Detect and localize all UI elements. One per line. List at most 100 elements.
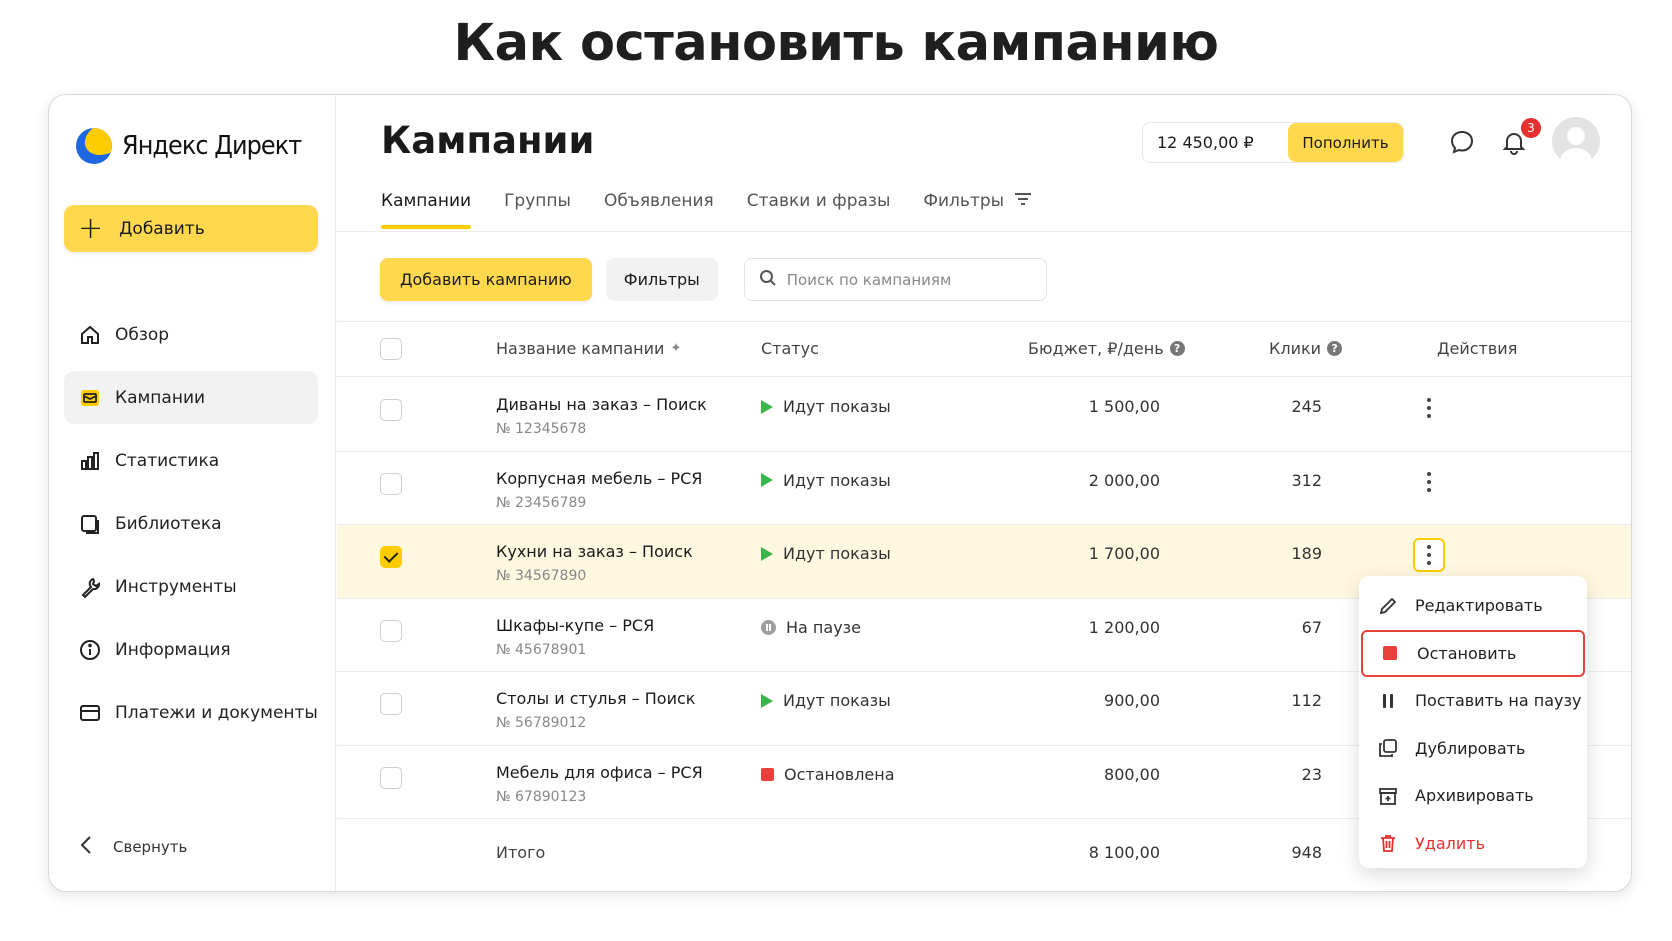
pause-status-icon [761, 619, 776, 635]
filters-button[interactable]: Фильтры [605, 258, 718, 301]
actions-dropdown: Редактировать Остановить Поставить на па… [1359, 576, 1587, 868]
collapse-button[interactable]: Свернуть [79, 835, 187, 859]
chevron-left-icon [79, 835, 93, 859]
add-button[interactable]: + Добавить [64, 205, 318, 252]
page-headline: Как остановить кампанию [453, 14, 1219, 73]
sidebar-item-info[interactable]: Информация [64, 623, 318, 676]
menu-item-archive[interactable]: Архивировать [1359, 772, 1587, 820]
pause-icon [1377, 690, 1399, 712]
tab-groups[interactable]: Группы [504, 187, 571, 227]
stats-icon [78, 449, 102, 473]
sort-icon: ✦ [670, 341, 682, 356]
topup-button[interactable]: Пополнить [1288, 123, 1403, 162]
campaign-clicks: 189 [1291, 544, 1322, 563]
menu-item-label: Редактировать [1415, 596, 1543, 616]
sidebar-item-label: Информация [115, 639, 231, 660]
campaign-clicks: 23 [1301, 764, 1322, 784]
add-button-label: Добавить [119, 218, 205, 239]
menu-item-stop[interactable]: Остановить [1361, 629, 1585, 677]
trash-icon [1377, 832, 1399, 854]
tab-bar: Кампании Группы Объявления Ставки и фраз… [381, 187, 1065, 229]
campaign-status: Идут показы [761, 471, 891, 490]
campaign-budget: 1 500,00 [1088, 397, 1160, 416]
row-checkbox[interactable] [380, 766, 402, 789]
tabs-divider [337, 231, 1631, 232]
avatar[interactable] [1552, 117, 1600, 165]
menu-item-delete[interactable]: Удалить [1359, 820, 1587, 868]
campaign-budget: 900,00 [1104, 691, 1160, 710]
select-all-checkbox[interactable] [380, 338, 402, 360]
campaign-status: Остановлена [761, 765, 895, 784]
menu-item-label: Остановить [1417, 643, 1517, 663]
add-campaign-button[interactable]: Добавить кампанию [380, 258, 592, 301]
play-status-icon [761, 693, 773, 708]
table-row[interactable]: Корпусная мебель – РСЯ № 23456789 Идут п… [337, 452, 1631, 525]
bell-icon[interactable]: 3 [1499, 118, 1541, 157]
archive-icon [1377, 785, 1399, 807]
campaigns-icon [78, 386, 102, 410]
campaign-name[interactable]: Столы и стулья – Поиск [496, 689, 695, 708]
toolbar: Добавить кампанию Фильтры Поиск по кампа… [380, 258, 1047, 301]
sidebar-item-library[interactable]: Библиотека [64, 497, 318, 550]
campaign-name[interactable]: Шкафы-купе – РСЯ [496, 616, 654, 635]
status-label: Остановлена [784, 764, 895, 784]
header-clicks: Клики ? [1269, 339, 1343, 358]
tab-bids[interactable]: Ставки и фразы [747, 187, 891, 227]
campaign-budget: 1 200,00 [1088, 617, 1160, 637]
campaign-clicks: 245 [1291, 397, 1322, 416]
campaign-name[interactable]: Мебель для офиса – РСЯ [496, 763, 703, 782]
filter-lines-icon [1014, 191, 1032, 212]
sidebar-item-label: Платежи и документы [115, 702, 318, 723]
play-status-icon [761, 399, 773, 414]
sidebar-item-overview[interactable]: Обзор [64, 308, 318, 361]
campaign-clicks: 312 [1291, 470, 1322, 490]
more-actions-icon[interactable] [1413, 465, 1445, 499]
menu-item-duplicate[interactable]: Дублировать [1359, 725, 1587, 773]
campaign-name[interactable]: Кухни на заказ – Поиск [496, 542, 693, 561]
row-checkbox[interactable] [380, 472, 402, 495]
header-name[interactable]: Название кампании ✦ [496, 339, 681, 358]
sidebar-item-label: Обзор [115, 324, 170, 345]
status-label: Идут показы [783, 470, 891, 490]
menu-item-edit[interactable]: Редактировать [1359, 582, 1587, 630]
sidebar-item-tools[interactable]: Инструменты [64, 560, 318, 613]
table-row[interactable]: Диваны на заказ – Поиск № 12345678 Идут … [337, 378, 1631, 452]
plus-icon: + [78, 210, 104, 246]
page-title: Кампании [381, 119, 595, 162]
status-label: Идут показы [783, 544, 891, 563]
search-input[interactable]: Поиск по кампаниям [743, 258, 1047, 301]
campaign-clicks: 112 [1291, 691, 1322, 710]
status-label: На паузе [786, 617, 862, 637]
campaign-budget: 800,00 [1104, 764, 1160, 784]
campaign-name[interactable]: Корпусная мебель – РСЯ [496, 469, 702, 488]
collapse-label: Свернуть [113, 838, 188, 856]
header-name-label: Название кампании [496, 339, 665, 358]
play-status-icon [761, 546, 773, 561]
pencil-icon [1377, 595, 1399, 617]
campaign-number: № 34567890 [496, 568, 587, 584]
tab-ads[interactable]: Объявления [604, 187, 714, 227]
help-icon[interactable]: ? [1169, 341, 1185, 356]
tab-campaigns[interactable]: Кампании [381, 187, 472, 229]
sidebar-item-label: Кампании [115, 387, 206, 408]
row-checkbox[interactable] [380, 619, 402, 642]
campaign-status: Идут показы [761, 691, 891, 710]
sidebar-item-payments[interactable]: Платежи и документы [64, 686, 318, 739]
campaign-name[interactable]: Диваны на заказ – Поиск [496, 395, 707, 414]
row-checkbox[interactable] [380, 693, 402, 715]
more-actions-icon[interactable] [1413, 538, 1445, 572]
status-label: Идут показы [783, 397, 891, 416]
logo-text: Яндекс Директ [122, 131, 302, 161]
tab-filters[interactable]: Фильтры [923, 187, 1032, 227]
logo[interactable]: Яндекс Директ [76, 128, 317, 164]
help-icon[interactable]: ? [1327, 341, 1343, 356]
sidebar-item-campaigns[interactable]: Кампании [64, 371, 318, 424]
sidebar-item-stats[interactable]: Статистика [64, 434, 318, 487]
balance-value: 12 450,00 ₽ [1157, 133, 1254, 152]
sidebar-item-label: Инструменты [115, 576, 237, 597]
more-actions-icon[interactable] [1413, 391, 1445, 425]
row-checkbox[interactable] [380, 546, 402, 568]
menu-item-pause[interactable]: Поставить на паузу [1359, 677, 1587, 725]
table-header: Название кампании ✦ Статус Бюджет, ₽/ден… [337, 321, 1631, 377]
row-checkbox[interactable] [380, 399, 402, 421]
